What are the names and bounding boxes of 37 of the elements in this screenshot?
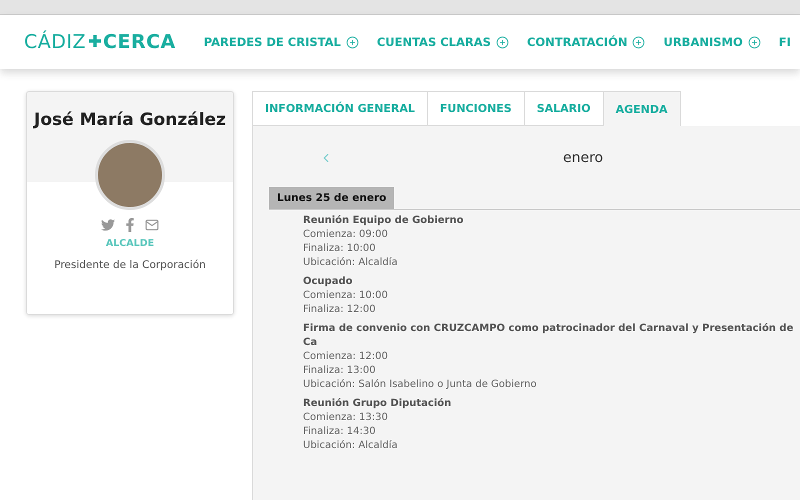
- plus-icon: [496, 36, 509, 48]
- plus-icon: [748, 36, 761, 48]
- profile-description: Presidente de la Corporación: [54, 259, 206, 271]
- event-detail: Comienza: 09:00: [303, 228, 389, 242]
- nav-link[interactable]: CONTRATACIÓN: [526, 35, 646, 49]
- site-logo[interactable]: CÁDIZ CERCA: [24, 31, 176, 53]
- tab[interactable]: INFORMACIÓN GENERAL: [252, 91, 428, 126]
- event-detail: Ubicación: Alcaldía: [303, 256, 399, 270]
- event-detail: Ubicación: Alcaldía: [303, 439, 399, 453]
- event-title: Reunión Equipo de Gobierno: [303, 214, 464, 228]
- event-title: Firma de convenio con CRUZCAMPO como patrocinador del Carnaval y Presentación de Ca: [303, 322, 794, 350]
- nav-link[interactable]: FI: [778, 35, 791, 49]
- event-detail: Finaliza: 14:30: [303, 425, 377, 439]
- event-title: Ocupado: [303, 275, 354, 289]
- profile-role: ALCALDE: [106, 238, 154, 249]
- nav-link[interactable]: PAREDES DE CRISTAL: [204, 35, 359, 49]
- event-detail: Finaliza: 10:00: [303, 242, 377, 256]
- mail-icon[interactable]: [145, 218, 159, 232]
- event-detail: Finaliza: 12:00: [303, 303, 377, 317]
- event-detail: Comienza: 10:00: [303, 289, 389, 303]
- event-detail: Comienza: 13:30: [303, 411, 389, 425]
- event-title: Reunión Grupo Diputación: [303, 397, 452, 411]
- tab[interactable]: AGENDA: [602, 91, 680, 126]
- tab[interactable]: SALARIO: [524, 91, 604, 126]
- event-detail: Finaliza: 13:00: [303, 364, 377, 378]
- nav-link[interactable]: CUENTAS CLARAS: [376, 35, 509, 49]
- profile-name: José María González: [34, 110, 226, 130]
- event-detail: Comienza: 12:00: [303, 350, 389, 364]
- twitter-icon[interactable]: [101, 218, 115, 232]
- plus-icon: [88, 34, 102, 48]
- plus-icon: [346, 36, 359, 48]
- plus-icon: [632, 36, 646, 48]
- month-title: enero: [563, 150, 604, 166]
- event-detail: Ubicación: Salón Isabelino o Junta de Gobierno: [303, 378, 538, 392]
- nav-link[interactable]: URBANISMO: [663, 35, 761, 49]
- tab[interactable]: FUNCIONES: [426, 91, 525, 126]
- day-label: Lunes 25 de enero: [269, 187, 394, 209]
